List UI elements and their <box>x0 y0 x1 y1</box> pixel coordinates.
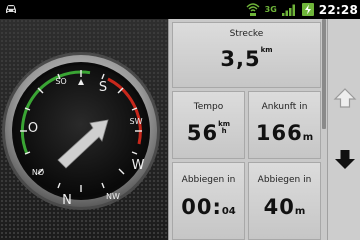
speed-unit-bottom: h <box>221 127 227 135</box>
turn-distance-value-group: 40m <box>249 195 320 219</box>
compass-label-o: O <box>28 121 38 136</box>
distance-card[interactable]: Strecke 3,5km <box>172 22 321 88</box>
arrival-card[interactable]: Ankunft in 166m <box>248 91 321 159</box>
turn-time-card[interactable]: Abbiegen in 00:04 <box>172 162 245 240</box>
speed-value-group: 56km h <box>173 121 244 146</box>
compass-panel: S SO SW O W NO NW N <box>0 19 168 240</box>
arrival-label: Ankunft in <box>261 102 308 112</box>
turn-distance-label: Abbiegen in <box>257 175 312 185</box>
speed-value: 56 <box>186 121 219 145</box>
battery-charging-icon <box>301 3 314 16</box>
arrow-up-icon[interactable] <box>333 86 357 110</box>
arrival-value-group: 166m <box>249 121 320 145</box>
scrollbar[interactable] <box>322 19 326 129</box>
distance-unit: km <box>260 46 273 54</box>
compass-label-no: NO <box>32 168 44 177</box>
scroll-column <box>327 19 360 240</box>
network-type-label: 3G <box>264 4 277 14</box>
compass-label-so: SO <box>55 77 66 86</box>
distance-value: 3,5 <box>220 47 261 71</box>
speed-unit: km h <box>218 121 230 135</box>
compass-label-w: W <box>132 158 145 173</box>
signal-icon <box>281 4 295 16</box>
turn-time-seconds: 04 <box>221 206 236 217</box>
arrow-down-icon[interactable] <box>333 147 357 171</box>
speed-card[interactable]: Tempo 56km h <box>172 91 245 159</box>
compass-label-n: N <box>62 193 72 208</box>
compass-label-s: S <box>99 80 107 95</box>
compass-label-nw: NW <box>106 192 120 201</box>
arrival-unit: m <box>302 132 314 143</box>
distance-label: Strecke <box>229 29 264 39</box>
car-icon <box>6 5 16 13</box>
turn-distance-card[interactable]: Abbiegen in 40m <box>248 162 321 240</box>
info-panel: Strecke 3,5km Tempo 56km h Ankunft in 166… <box>168 19 327 240</box>
clock: 22:28 <box>318 2 358 17</box>
arrival-value: 166 <box>255 121 303 145</box>
turn-distance-value: 40 <box>263 195 295 219</box>
compass: S SO SW O W NO NW N <box>2 52 160 210</box>
speed-label: Tempo <box>193 102 224 112</box>
turn-distance-unit: m <box>294 206 306 217</box>
turn-time-value: 00: <box>181 195 222 219</box>
turn-time-value-group: 00:04 <box>173 195 244 219</box>
compass-label-sw: SW <box>130 117 143 126</box>
turn-time-label: Abbiegen in <box>181 175 236 185</box>
distance-value-group: 3,5km <box>173 46 320 72</box>
gps-icon <box>246 2 260 16</box>
status-bar: 3G 22:28 <box>0 0 360 19</box>
